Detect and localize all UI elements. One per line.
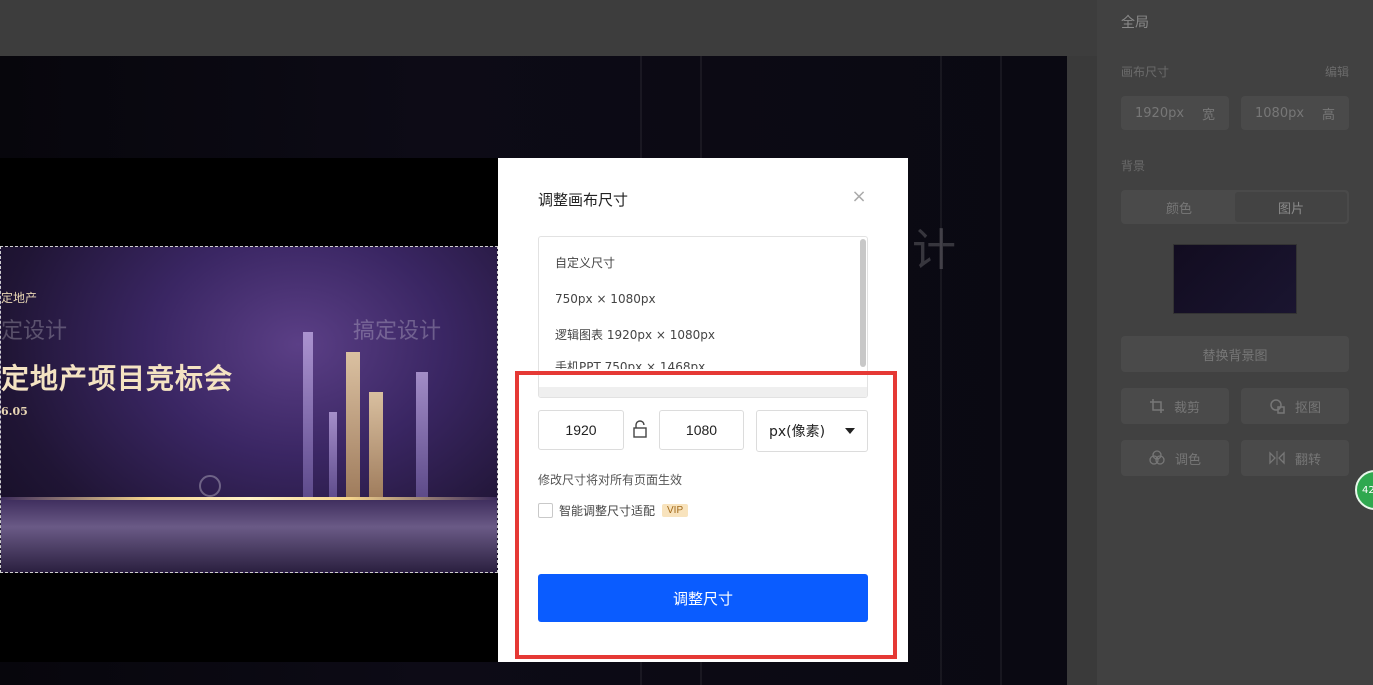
resize-canvas-dialog: 调整画布尺寸 × 自定义尺寸 750px × 1080px 逻辑图表 1920p… bbox=[498, 158, 908, 662]
flip-icon bbox=[1269, 451, 1285, 465]
preset-item[interactable]: 手机PPT 750px × 1468px bbox=[539, 353, 867, 369]
smart-fit-label[interactable]: 智能调整尺寸适配 bbox=[559, 502, 655, 519]
banner-title: 定地产项目竞标会 bbox=[1, 362, 234, 395]
color-adjust-icon bbox=[1149, 450, 1165, 465]
preset-item[interactable]: 自定义尺寸 bbox=[539, 245, 867, 281]
background-label: 背景 bbox=[1121, 159, 1146, 173]
flip-label: 翻转 bbox=[1294, 452, 1321, 468]
preset-item[interactable]: 750px × 1080px bbox=[539, 281, 867, 317]
canvas-size-label: 画布尺寸 bbox=[1121, 65, 1170, 79]
bg-ray bbox=[1000, 56, 1002, 685]
preset-scrollbar[interactable] bbox=[860, 239, 866, 367]
panel-gutter bbox=[1067, 56, 1097, 685]
cutout-icon bbox=[1270, 399, 1285, 414]
crop-button[interactable]: 裁剪 bbox=[1121, 388, 1229, 424]
height-unit: 高 bbox=[1321, 107, 1335, 123]
unit-select[interactable]: px(像素) bbox=[756, 410, 868, 452]
crop-label: 裁剪 bbox=[1173, 400, 1200, 416]
top-toolbar bbox=[0, 0, 1097, 56]
replace-background-button[interactable]: 替换背景图 bbox=[1121, 336, 1349, 372]
color-adjust-button[interactable]: 调色 bbox=[1121, 440, 1229, 476]
vip-badge: VIP bbox=[662, 504, 689, 517]
cutout-label: 抠图 bbox=[1294, 400, 1321, 416]
size-preset-list[interactable]: 自定义尺寸 750px × 1080px 逻辑图表 1920px × 1080p… bbox=[538, 236, 868, 398]
unit-value: px(像素) bbox=[769, 424, 826, 440]
smart-fit-option: 智能调整尺寸适配 VIP bbox=[538, 502, 689, 519]
properties-panel: 全局 画布尺寸 编辑 1920px 宽 1080px 高 背景 颜色 图片 替换… bbox=[1097, 0, 1373, 685]
width-unit: 宽 bbox=[1201, 107, 1215, 123]
banner-watermark: 定设计 bbox=[1, 319, 68, 344]
bg-ray bbox=[940, 56, 942, 685]
lock-icon[interactable] bbox=[632, 420, 648, 438]
building-shape bbox=[329, 412, 337, 502]
canvas-watermark: 计 bbox=[912, 225, 956, 276]
building-shape bbox=[369, 392, 383, 502]
dialog-title: 调整画布尺寸 bbox=[538, 191, 629, 209]
color-adjust-label: 调色 bbox=[1174, 452, 1201, 468]
banner-subtitle: 定地产 bbox=[1, 291, 38, 305]
close-icon[interactable]: × bbox=[850, 188, 868, 206]
tab-color[interactable]: 颜色 bbox=[1123, 192, 1235, 222]
tab-image[interactable]: 图片 bbox=[1235, 192, 1347, 222]
apply-note: 修改尺寸将对所有页面生效 bbox=[538, 473, 683, 487]
crop-icon bbox=[1149, 399, 1164, 413]
building-shape bbox=[416, 372, 428, 502]
width-input[interactable] bbox=[538, 410, 624, 450]
building-shape bbox=[346, 352, 360, 502]
badge-count: 42 bbox=[1362, 484, 1373, 496]
copyright-icon bbox=[199, 475, 221, 497]
flip-button[interactable]: 翻转 bbox=[1241, 440, 1349, 476]
preset-item[interactable]: 逻辑图表 1920px × 1080px bbox=[539, 317, 867, 353]
panel-title: 全局 bbox=[1121, 15, 1149, 31]
edit-link[interactable]: 编辑 bbox=[1325, 63, 1349, 80]
banner-image[interactable]: 定地产 定设计 搞定设计 定地产项目竞标会 6.05 bbox=[0, 246, 498, 573]
width-field[interactable]: 1920px 宽 bbox=[1121, 96, 1229, 130]
banner-horizon bbox=[1, 497, 497, 500]
banner-date: 6.05 bbox=[1, 405, 28, 418]
building-shape bbox=[303, 332, 313, 502]
cutout-button[interactable]: 抠图 bbox=[1241, 388, 1349, 424]
height-field[interactable]: 1080px 高 bbox=[1241, 96, 1349, 130]
caret-down-icon bbox=[845, 428, 855, 434]
background-tabs: 颜色 图片 bbox=[1121, 190, 1349, 224]
background-thumbnail[interactable] bbox=[1173, 244, 1297, 314]
height-value: 1080px bbox=[1255, 105, 1305, 121]
resize-button[interactable]: 调整尺寸 bbox=[538, 574, 868, 622]
height-input[interactable] bbox=[659, 410, 744, 450]
banner-floor bbox=[1, 497, 497, 572]
preset-list-footer bbox=[539, 387, 867, 397]
smart-fit-checkbox[interactable] bbox=[538, 503, 553, 518]
banner-watermark: 搞定设计 bbox=[353, 319, 442, 344]
width-value: 1920px bbox=[1135, 105, 1185, 121]
